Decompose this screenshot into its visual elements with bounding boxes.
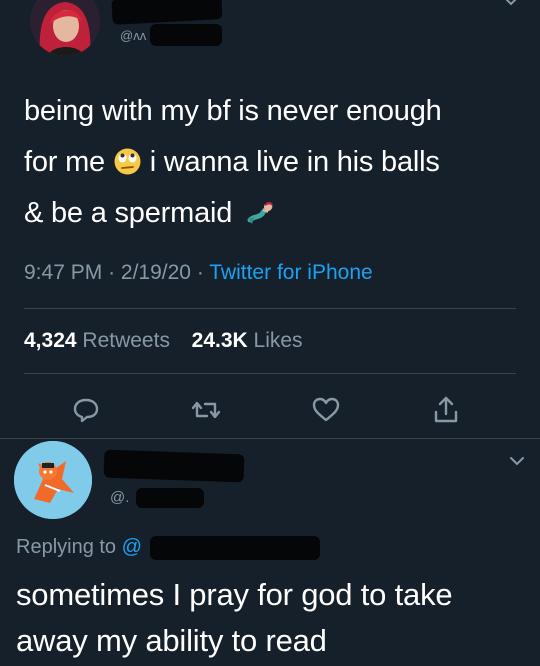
- replying-to: Replying to @: [16, 536, 142, 558]
- rolling-eyes-emoji-icon: [113, 142, 142, 175]
- reply-author-avatar[interactable]: [14, 441, 92, 519]
- tweet-text-line: being with my bf is never enough: [24, 95, 442, 127]
- chevron-down-icon[interactable]: [508, 452, 526, 475]
- divider: [24, 373, 516, 374]
- divider: [24, 308, 516, 309]
- original-tweet: @ʌʌ being with my bf is never enough for…: [0, 0, 540, 440]
- like-icon[interactable]: [306, 390, 346, 430]
- reply-icon[interactable]: [66, 390, 106, 430]
- tweet-actions: [0, 390, 540, 430]
- retweets-stat[interactable]: 4,324 Retweets: [24, 329, 176, 352]
- tweet-text-line: for me i wanna live in his balls: [24, 137, 514, 188]
- reply-author-handle[interactable]: @.: [110, 489, 129, 506]
- retweet-icon[interactable]: [186, 390, 226, 430]
- reply-text: sometimes I pray for god to take away my…: [16, 577, 453, 658]
- tweet-text: being with my bf is never enough for me …: [24, 86, 514, 239]
- redacted-handle: [150, 24, 222, 46]
- tweet-meta: 9:47 PM · 2/19/20 · Twitter for iPhone: [24, 261, 373, 284]
- replying-to-handle[interactable]: @: [122, 536, 142, 558]
- tweet-date[interactable]: 2/19/20: [121, 261, 191, 284]
- chevron-down-icon[interactable]: [502, 0, 520, 15]
- share-icon[interactable]: [426, 390, 466, 430]
- tweet-text-line: & be a spermaid: [24, 188, 514, 239]
- tweet-stats: 4,324 Retweets 24.3K Likes: [24, 329, 303, 353]
- redacted-replying-handle: [150, 536, 320, 560]
- author-handle[interactable]: @ʌʌ: [120, 28, 146, 43]
- redacted-handle: [136, 488, 204, 508]
- tweet-separator: [0, 438, 540, 439]
- redacted-display-name: [103, 449, 245, 483]
- redacted-display-name: [111, 0, 223, 25]
- tweet-time[interactable]: 9:47 PM: [24, 261, 102, 284]
- author-avatar[interactable]: [30, 0, 100, 56]
- likes-stat[interactable]: 24.3K Likes: [192, 329, 303, 352]
- reply-tweet: @. Replying to @ sometimes I pray for go…: [0, 440, 540, 666]
- tweet-source-link[interactable]: Twitter for iPhone: [209, 261, 372, 284]
- mermaid-emoji-icon: [246, 193, 275, 224]
